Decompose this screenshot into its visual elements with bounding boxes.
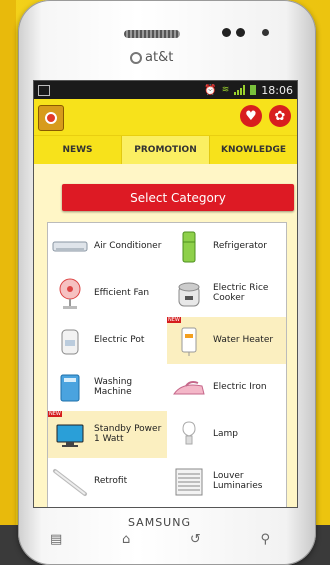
category-label: Air Conditioner <box>94 240 162 251</box>
background-left-band <box>0 0 16 565</box>
phone-brand: SAMSUNG <box>128 516 191 529</box>
category-label: Electric Iron <box>213 381 267 392</box>
water-heater-icon <box>171 325 207 357</box>
tab-news-label: NEWS <box>62 145 93 155</box>
louver-icon <box>171 466 207 498</box>
category-louver-luminaries[interactable]: Louver Luminaries <box>167 458 286 505</box>
menu-key-icon[interactable]: ▤ <box>50 532 62 547</box>
category-water-heater[interactable]: NEW Water Heater <box>167 317 286 364</box>
bulb-button[interactable]: ♥ <box>240 105 262 127</box>
back-key-icon[interactable]: ↺ <box>190 532 201 547</box>
att-globe-icon <box>130 51 142 64</box>
category-retrofit[interactable]: Retrofit <box>48 458 167 505</box>
lamp-icon <box>171 419 207 451</box>
notification-image-icon <box>38 84 50 96</box>
category-efficient-fan[interactable]: Efficient Fan <box>48 270 167 317</box>
carrier-logo: at&t <box>130 50 173 65</box>
category-air-conditioner[interactable]: Air Conditioner <box>48 223 167 270</box>
monitor-icon <box>52 419 88 451</box>
tab-news[interactable]: NEWS <box>34 136 121 164</box>
category-standby-power[interactable]: NEW Standby Power 1 Watt <box>48 411 167 458</box>
select-category-label: Select Category <box>130 190 226 205</box>
light-sensor <box>262 29 269 36</box>
category-electric-iron[interactable]: Electric Iron <box>167 364 286 411</box>
category-label: Electric Pot <box>94 334 145 345</box>
category-label: Lamp <box>213 428 239 439</box>
category-refrigerator[interactable]: Refrigerator <box>167 223 286 270</box>
category-label: Retrofit <box>94 475 128 486</box>
category-electric-pot[interactable]: Electric Pot <box>48 317 167 364</box>
app-logo-icon[interactable] <box>38 105 64 131</box>
category-washing-machine[interactable]: Washing Machine <box>48 364 167 411</box>
hardware-keys: ▤ ⌂ ↺ ⚲ <box>50 532 270 547</box>
iron-icon <box>171 372 207 404</box>
phone-screen: ⏰ ≋ 18:06 ♥ ✿ NEWS PROMOTION KNOWLEDGE S… <box>33 80 298 508</box>
refrigerator-icon <box>171 231 207 263</box>
category-label: Efficient Fan <box>94 287 150 298</box>
carrier-name: at&t <box>145 50 174 65</box>
battery-icon <box>250 85 257 95</box>
category-grid: Air Conditioner Refrigerator Efficient F… <box>48 223 286 505</box>
status-bar: ⏰ ≋ 18:06 <box>34 81 297 99</box>
fan-icon <box>52 278 88 310</box>
category-label: Water Heater <box>213 334 274 345</box>
earpiece-speaker <box>124 30 180 38</box>
washing-machine-icon <box>52 372 88 404</box>
app-header: ♥ ✿ <box>34 99 297 135</box>
select-category-button[interactable]: Select Category <box>62 184 294 211</box>
signal-icon <box>234 85 246 95</box>
new-badge: NEW <box>167 317 181 323</box>
status-time: 18:06 <box>261 83 293 97</box>
tab-bar: NEWS PROMOTION KNOWLEDGE <box>34 135 297 166</box>
category-label: Standby Power 1 Watt <box>94 424 162 444</box>
rice-cooker-icon <box>171 278 207 310</box>
tab-promotion[interactable]: PROMOTION <box>121 136 210 164</box>
proximity-sensor <box>236 28 245 37</box>
category-label: Louver Luminaries <box>213 471 263 491</box>
front-camera <box>222 28 231 37</box>
category-label: Electric Rice Cooker <box>213 283 269 303</box>
electric-pot-icon <box>52 325 88 357</box>
bulb-icon: ♥ <box>245 108 257 124</box>
gear-icon: ✿ <box>274 108 286 124</box>
wifi-icon: ≋ <box>221 85 230 95</box>
category-lamp[interactable]: Lamp <box>167 411 286 458</box>
tab-knowledge-label: KNOWLEDGE <box>221 145 286 155</box>
category-label: Refrigerator <box>213 240 267 251</box>
retrofit-tube-icon <box>52 466 88 498</box>
new-badge: NEW <box>48 411 62 417</box>
tab-knowledge[interactable]: KNOWLEDGE <box>210 136 297 164</box>
home-key-icon[interactable]: ⌂ <box>122 532 130 547</box>
alarm-icon: ⏰ <box>204 84 217 96</box>
category-label: Washing Machine <box>94 377 133 397</box>
tab-promotion-label: PROMOTION <box>134 145 197 155</box>
category-electric-rice-cooker[interactable]: Electric Rice Cooker <box>167 270 286 317</box>
air-conditioner-icon <box>52 231 88 263</box>
search-key-icon[interactable]: ⚲ <box>260 532 270 547</box>
category-panel: Air Conditioner Refrigerator Efficient F… <box>47 222 287 507</box>
settings-button[interactable]: ✿ <box>269 105 291 127</box>
content-area: Select Category Air Conditioner Refriger… <box>34 164 297 507</box>
